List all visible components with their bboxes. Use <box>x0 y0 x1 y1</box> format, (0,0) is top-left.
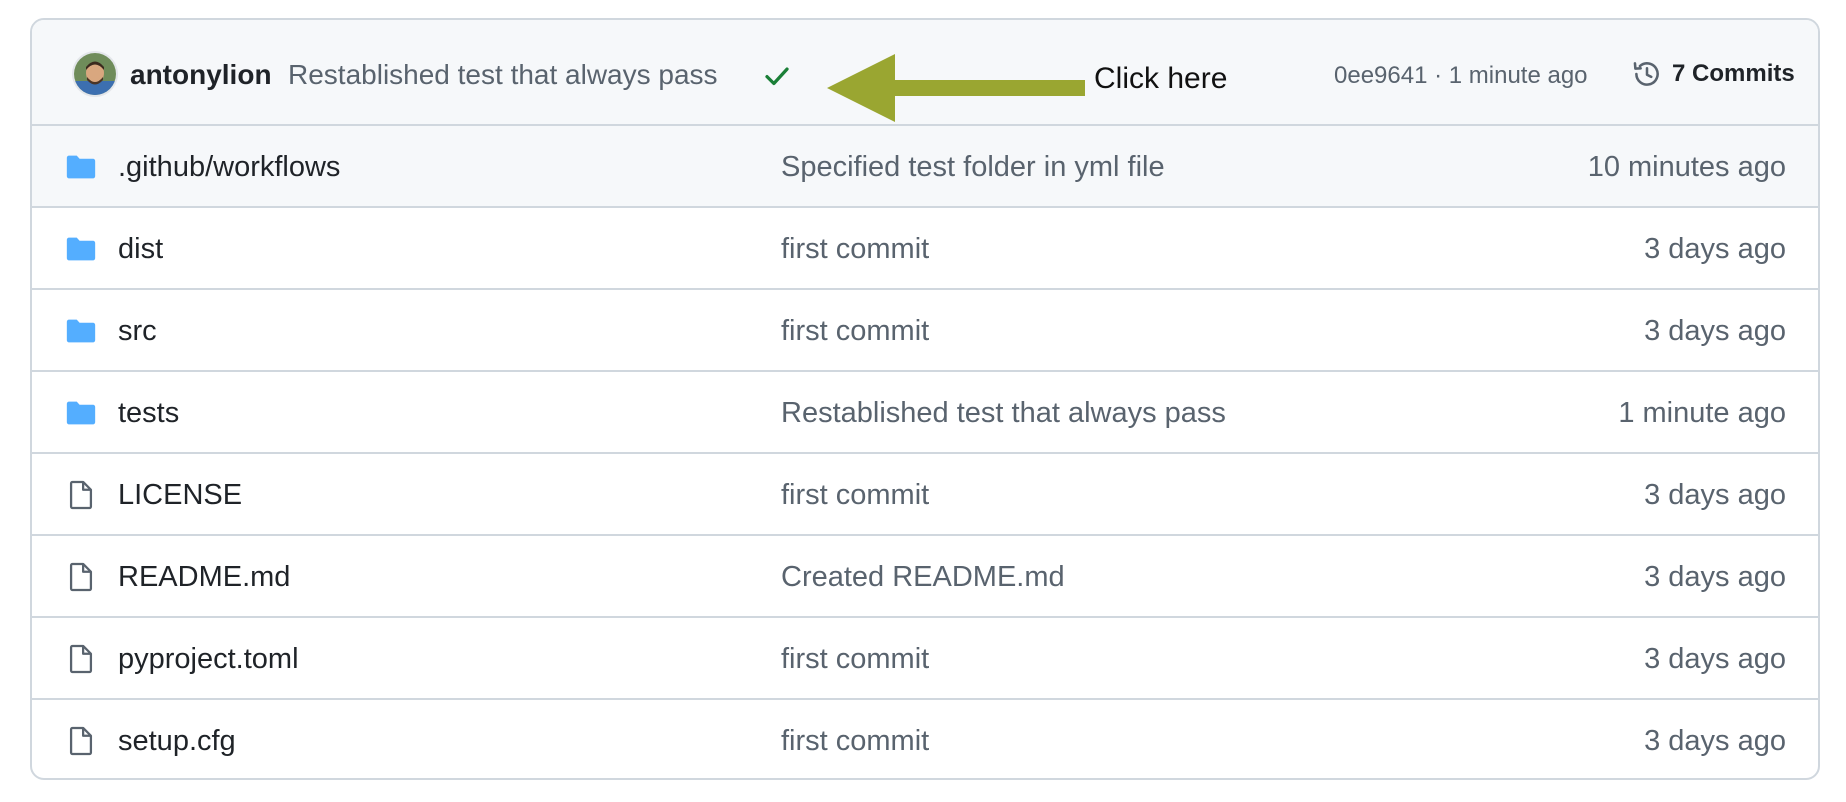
folder-icon <box>66 401 96 425</box>
file-commit-time: 1 minute ago <box>1618 397 1786 429</box>
commits-history-link[interactable]: 7 Commits <box>1630 54 1795 94</box>
file-row[interactable]: LICENSE first commit 3 days ago <box>32 454 1818 536</box>
file-row[interactable]: .github/workflows Specified test folder i… <box>32 126 1818 208</box>
folder-icon <box>66 319 96 343</box>
file-browser: antonylion Restablished test that always… <box>30 18 1820 780</box>
file-commit-time: 3 days ago <box>1644 315 1786 347</box>
file-commit-message-link[interactable]: first commit <box>781 641 929 677</box>
latest-commit-bar: antonylion Restablished test that always… <box>32 20 1818 126</box>
file-row[interactable]: pyproject.toml first commit 3 days ago <box>32 618 1818 700</box>
file-name-link[interactable]: README.md <box>118 559 290 595</box>
file-icon <box>69 480 93 510</box>
file-commit-message-link[interactable]: first commit <box>781 231 929 267</box>
file-row[interactable]: src first commit 3 days ago <box>32 290 1818 372</box>
file-name-link[interactable]: dist <box>118 231 163 267</box>
annotation-arrow-icon <box>827 54 1085 122</box>
file-row[interactable]: tests Restablished test that always pass 1… <box>32 372 1818 454</box>
file-commit-message-link[interactable]: first commit <box>781 477 929 513</box>
folder-icon <box>66 237 96 261</box>
file-row[interactable]: README.md Created README.md 3 days ago <box>32 536 1818 618</box>
file-commit-message-link[interactable]: first commit <box>781 723 929 759</box>
file-commit-time: 3 days ago <box>1644 479 1786 511</box>
annotation-label: Click here <box>1094 62 1228 95</box>
commits-count-label: 7 Commits <box>1672 60 1795 87</box>
file-commit-message-link[interactable]: first commit <box>781 313 929 349</box>
file-commit-time: 3 days ago <box>1644 561 1786 593</box>
file-list: .github/workflows Specified test folder i… <box>32 126 1818 778</box>
file-name-link[interactable]: pyproject.toml <box>118 641 299 677</box>
file-row[interactable]: dist first commit 3 days ago <box>32 208 1818 290</box>
commit-sha-time[interactable]: 0ee9641 · 1 minute ago <box>1334 60 1588 92</box>
file-name-link[interactable]: LICENSE <box>118 477 242 513</box>
avatar[interactable] <box>74 53 116 95</box>
file-icon <box>69 562 93 592</box>
history-icon <box>1633 62 1659 86</box>
file-commit-time: 3 days ago <box>1644 643 1786 675</box>
file-name-link[interactable]: setup.cfg <box>118 723 236 759</box>
file-commit-time: 10 minutes ago <box>1587 151 1786 183</box>
folder-icon <box>66 155 96 179</box>
avatar-image <box>74 53 116 95</box>
file-name-link[interactable]: tests <box>118 395 179 431</box>
file-icon <box>69 644 93 674</box>
commit-message[interactable]: Restablished test that always pass <box>288 58 718 92</box>
file-commit-message-link[interactable]: Restablished test that always pass <box>781 395 1226 431</box>
file-commit-message-link[interactable]: Created README.md <box>781 559 1065 595</box>
file-row[interactable]: setup.cfg first commit 3 days ago <box>32 700 1818 778</box>
check-icon[interactable] <box>762 61 792 91</box>
file-commit-message-link[interactable]: Specified test folder in yml file <box>781 149 1165 185</box>
file-name-link[interactable]: src <box>118 313 157 349</box>
commit-author[interactable]: antonylion <box>130 58 272 92</box>
file-commit-time: 3 days ago <box>1644 725 1786 757</box>
file-commit-time: 3 days ago <box>1644 233 1786 265</box>
file-name-link[interactable]: .github/workflows <box>118 149 340 185</box>
file-icon <box>69 726 93 756</box>
